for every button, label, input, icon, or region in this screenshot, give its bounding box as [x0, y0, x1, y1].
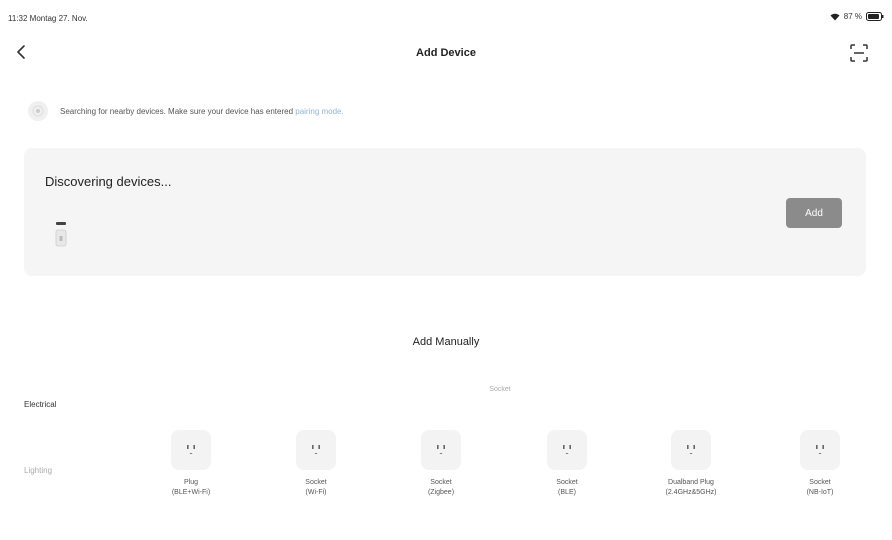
battery-icon	[866, 12, 884, 21]
device-name: Socket	[556, 479, 578, 486]
socket-icon	[421, 430, 461, 470]
device-name: Socket	[430, 479, 452, 486]
subcategory-socket-label: Socket	[489, 386, 511, 393]
socket-icon	[671, 430, 711, 470]
category-lighting[interactable]: Lighting	[24, 466, 52, 475]
device-protocol: (BLE+Wi-Fi)	[171, 489, 211, 496]
device-tile-plug-ble-wifi[interactable]: Plug (BLE+Wi-Fi)	[141, 430, 241, 540]
scan-icon	[849, 43, 869, 68]
device-tile-socket-ble[interactable]: Socket (BLE)	[517, 430, 617, 540]
device-protocol: (Zigbee)	[427, 489, 455, 496]
battery-percent: 87 %	[843, 12, 862, 21]
socket-icon	[296, 430, 336, 470]
pairing-mode-link[interactable]: pairing mode.	[295, 107, 343, 116]
page-title: Add Device	[416, 47, 476, 59]
search-notice: Searching for nearby devices. Make sure …	[28, 98, 344, 124]
device-tile-socket-zigbee[interactable]: Socket (Zigbee)	[391, 430, 491, 540]
device-protocol: (NB-IoT)	[806, 489, 834, 496]
socket-icon	[171, 430, 211, 470]
bluetooth-search-icon	[28, 101, 48, 121]
socket-icon	[547, 430, 587, 470]
add-manually-title: Add Manually	[412, 336, 480, 348]
device-protocol: (Wi-Fi)	[305, 489, 327, 496]
scan-button[interactable]	[846, 42, 872, 68]
device-protocol: (BLE)	[558, 489, 576, 496]
device-name: Dualband Plug	[668, 479, 714, 486]
status-indicators: 87 %	[830, 12, 884, 21]
discovered-device-icon	[54, 222, 68, 250]
device-name: Socket	[809, 479, 831, 486]
device-protocol: (2.4GHz&5GHz)	[665, 489, 717, 496]
wifi-icon	[830, 13, 840, 21]
status-date: Montag 27. Nov.	[29, 14, 88, 23]
status-clock: 11:32	[8, 14, 28, 23]
device-tile-dualband-plug[interactable]: Dualband Plug (2.4GHz&5GHz)	[641, 430, 741, 540]
device-name: Socket	[305, 479, 327, 486]
status-bar: 11:32 Montag 27. Nov. 87 %	[0, 0, 892, 30]
discovery-card: Discovering devices... Add	[24, 148, 866, 276]
discovery-title: Discovering devices...	[45, 174, 172, 189]
add-button[interactable]: Add	[786, 198, 842, 228]
nav-bar: Add Device	[0, 38, 892, 70]
search-notice-message: Searching for nearby devices. Make sure …	[60, 106, 296, 116]
device-tile-socket-nbiot[interactable]: Socket (NB-IoT)	[770, 430, 870, 540]
category-electrical[interactable]: Electrical	[24, 400, 56, 409]
socket-icon	[800, 430, 840, 470]
device-tile-socket-wifi[interactable]: Socket (Wi-Fi)	[266, 430, 366, 540]
search-notice-text: Searching for nearby devices. Make sure …	[60, 107, 344, 116]
device-name: Plug	[183, 479, 198, 486]
status-time: 11:32 Montag 27. Nov.	[8, 14, 88, 23]
